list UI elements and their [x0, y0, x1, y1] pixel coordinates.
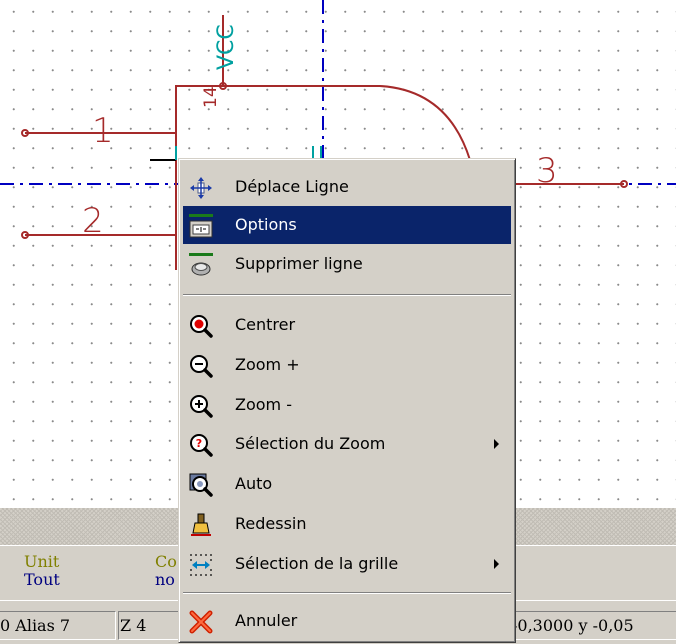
submenu-arrow-icon	[494, 559, 499, 569]
menu-item-label: Annuler	[235, 611, 298, 630]
vcc-label: VCC	[214, 24, 239, 70]
pin-3-number: 3	[536, 151, 558, 191]
msg-col2-header: Co	[155, 552, 177, 571]
menu-item-delete-line[interactable]: Supprimer ligne	[183, 245, 511, 283]
move-line-icon	[190, 177, 212, 199]
menu-item-center[interactable]: Centrer	[183, 306, 511, 344]
menu-item-label: Sélection du Zoom	[235, 434, 386, 453]
zoom-out-icon	[190, 395, 213, 418]
menu-item-label: Supprimer ligne	[235, 254, 363, 273]
msg-unit-header: Unit	[24, 552, 60, 571]
menu-item-label: Options	[235, 215, 297, 234]
menu-item-label: Auto	[235, 474, 273, 493]
msg-unit-value: Tout	[24, 570, 60, 589]
menu-item-zoom-out[interactable]: Zoom -	[183, 386, 511, 424]
svg-text:?: ?	[196, 437, 202, 450]
msg-col2-value: no	[155, 570, 175, 589]
redraw-icon	[191, 513, 211, 536]
menu-separator	[183, 592, 511, 594]
delete-line-icon	[189, 253, 213, 276]
context-menu: Déplace Ligne Options Supprimer ligne Ce…	[178, 158, 516, 643]
grid-select-icon	[190, 554, 212, 576]
menu-separator	[183, 294, 511, 296]
zoom-select-icon: ?	[190, 434, 213, 457]
menu-item-grid-select[interactable]: Sélection de la grille	[183, 545, 511, 583]
menu-item-auto[interactable]: Auto	[183, 465, 511, 503]
options-icon	[189, 214, 213, 238]
menu-item-redraw[interactable]: Redessin	[183, 505, 511, 543]
menu-item-label: Zoom +	[235, 355, 300, 374]
zoom-in-icon	[190, 355, 213, 378]
menu-item-label: Centrer	[235, 315, 296, 334]
pin-1-number: 1	[92, 111, 114, 151]
menu-item-label: Sélection de la grille	[235, 554, 399, 573]
status-zoom-field: Z 4	[118, 611, 180, 640]
cancel-icon	[189, 610, 213, 634]
zoom-auto-icon	[189, 473, 213, 497]
menu-item-move-line[interactable]: Déplace Ligne	[183, 168, 511, 206]
menu-item-zoom-in[interactable]: Zoom +	[183, 346, 511, 384]
submenu-arrow-icon	[494, 439, 499, 449]
menu-item-cancel[interactable]: Annuler	[183, 602, 511, 640]
center-icon	[190, 315, 213, 338]
menu-item-zoom-select[interactable]: ? Sélection du Zoom	[183, 425, 511, 463]
vcc-pin-number: 14	[201, 86, 221, 108]
menu-item-label: Zoom -	[235, 395, 292, 414]
menu-item-label: Redessin	[235, 514, 307, 533]
pin-2-number: 2	[82, 201, 104, 241]
menu-item-label: Déplace Ligne	[235, 177, 349, 196]
menu-item-options[interactable]: Options	[183, 206, 511, 244]
status-alias-field: 0 Alias 7	[0, 611, 116, 640]
status-coords-field: -0,3000 y -0,05	[500, 611, 676, 640]
